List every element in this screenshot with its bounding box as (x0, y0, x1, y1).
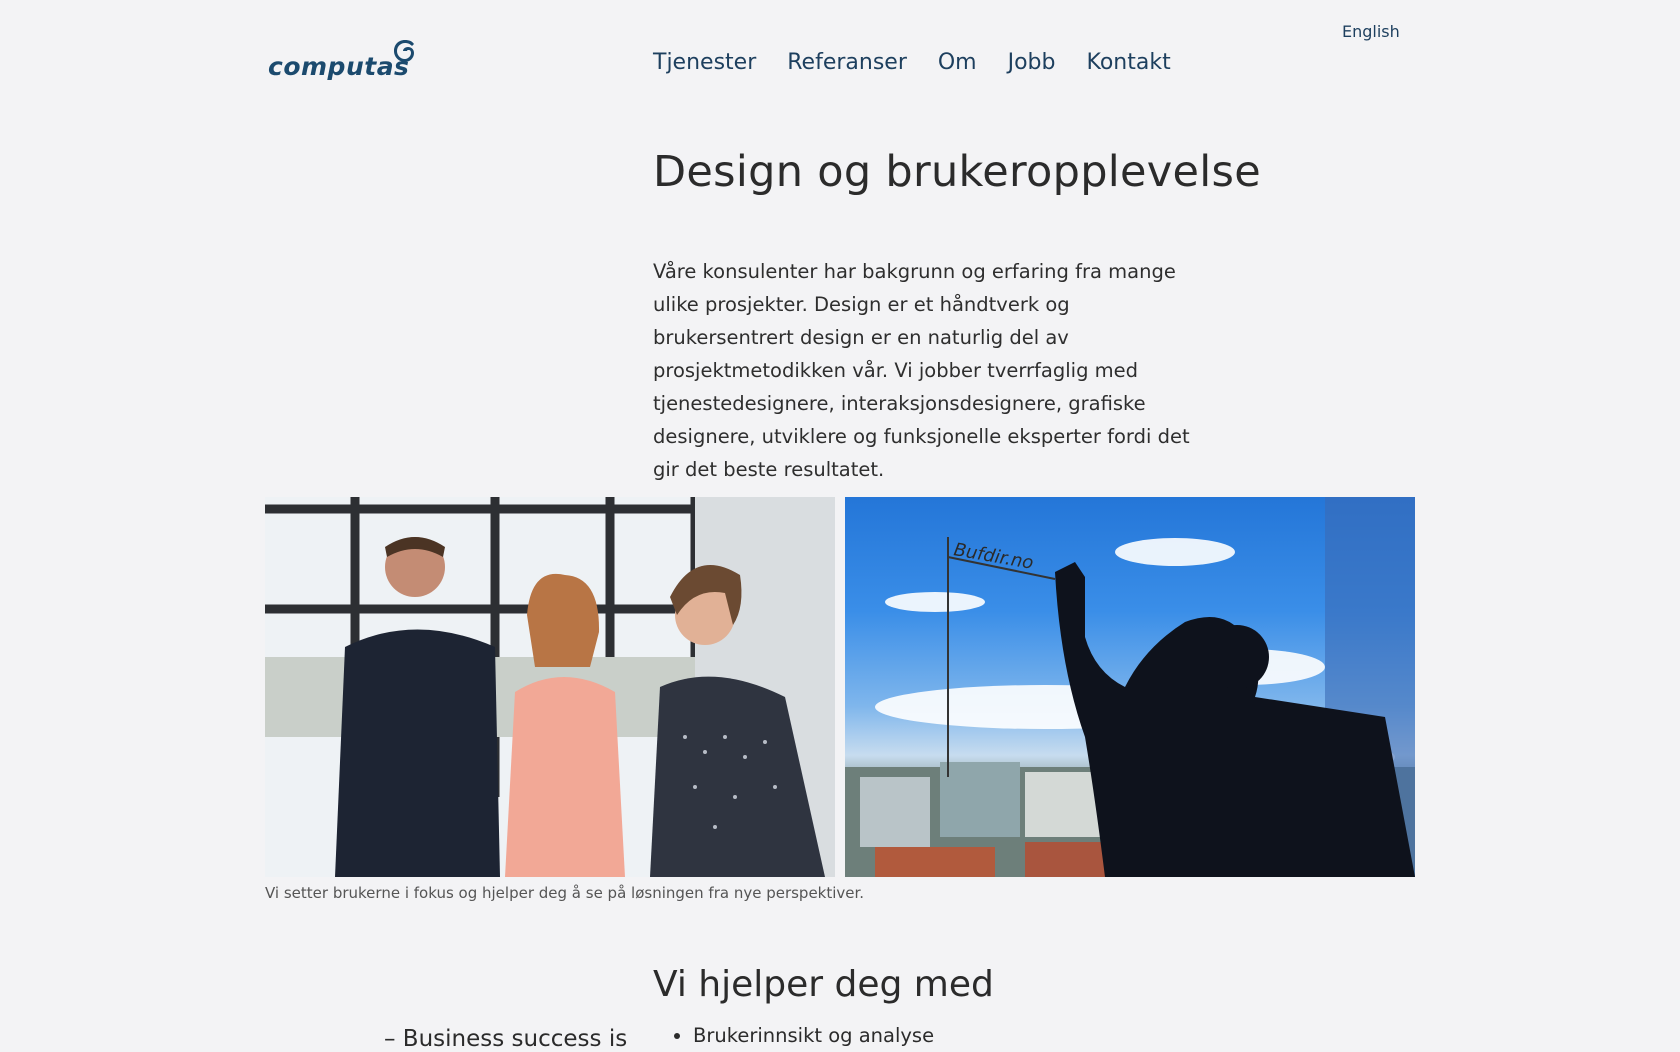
team-photo-illustration (265, 497, 835, 877)
logo-text: computas (268, 52, 410, 81)
section-title: Vi hjelper deg med (653, 964, 994, 1005)
nav-item-tjenester[interactable]: Tjenester (653, 50, 756, 75)
whiteboard-text: Bufdir.no (952, 539, 1035, 574)
main-nav: Tjenester Referanser Om Jobb Kontakt (653, 50, 1171, 75)
photo-caption: Vi setter brukerne i fokus og hjelper de… (265, 884, 865, 902)
team-photo (265, 497, 835, 877)
language-link-english[interactable]: English (1342, 22, 1400, 41)
pull-quote: – Business success is (384, 1026, 628, 1052)
help-list: Brukerinnsikt og analyse (653, 1022, 934, 1050)
logo-swirl-icon (394, 40, 414, 62)
computas-logo[interactable]: computas (268, 38, 420, 88)
page-title: Design og brukeropplevelse (653, 147, 1261, 197)
nav-item-kontakt[interactable]: Kontakt (1087, 50, 1171, 75)
nav-item-jobb[interactable]: Jobb (1008, 50, 1056, 75)
nav-item-om[interactable]: Om (938, 50, 977, 75)
intro-paragraph: Våre konsulenter har bakgrunn og erfarin… (653, 260, 1190, 481)
list-item: Brukerinnsikt og analyse (693, 1022, 934, 1050)
nav-item-referanser[interactable]: Referanser (787, 50, 907, 75)
whiteboard-window-photo: Bufdir.no (845, 497, 1415, 877)
window-photo-illustration: Bufdir.no (845, 497, 1415, 877)
